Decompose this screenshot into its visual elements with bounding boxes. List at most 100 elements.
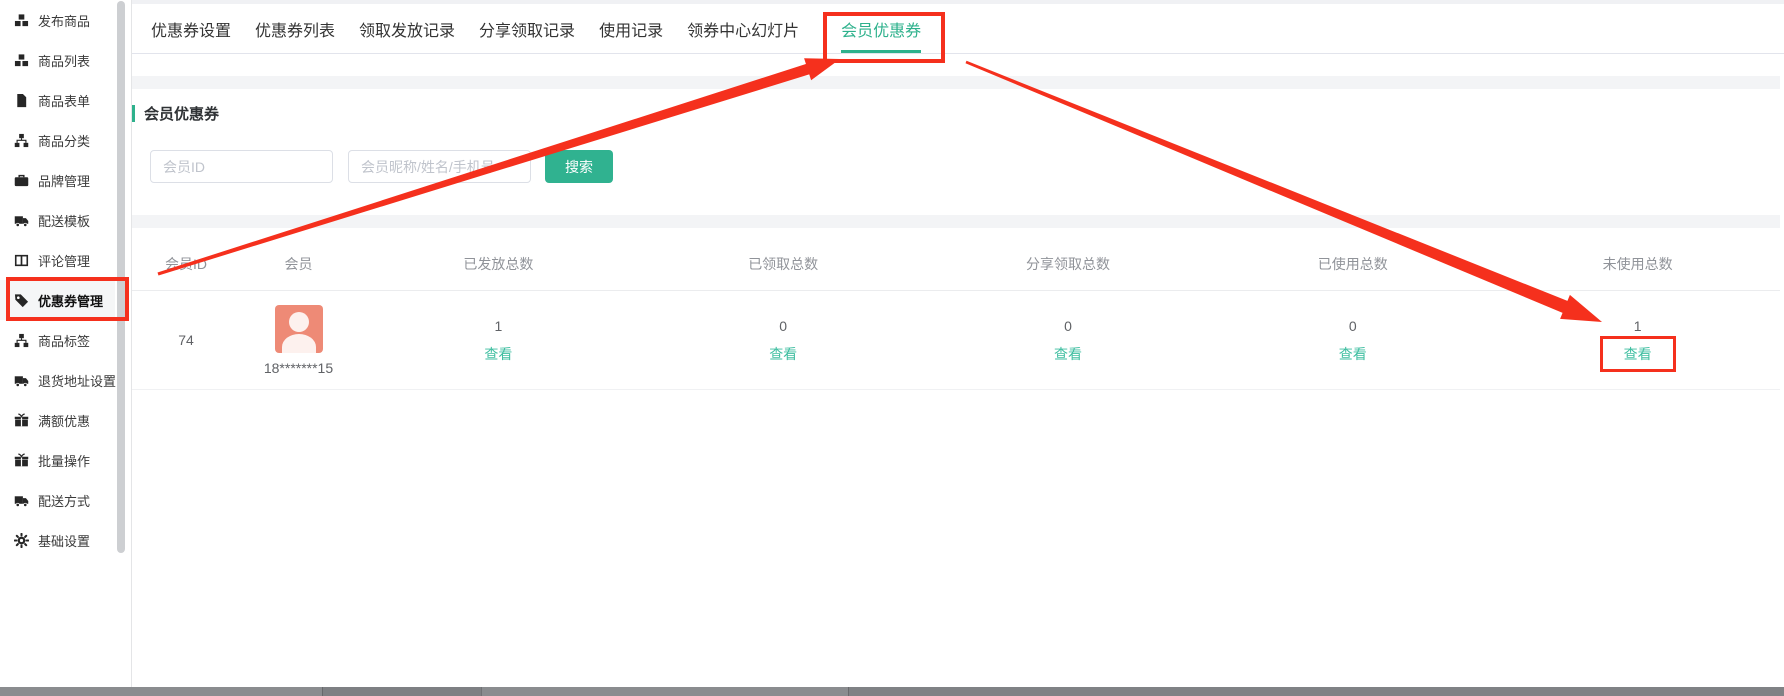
tab[interactable]: 领取发放记录 bbox=[359, 4, 455, 53]
table-body: 7418*******15 1 查看 0 查看 0 查看 0 查看 1 查看 bbox=[131, 291, 1780, 390]
annotation-box-sidebar bbox=[6, 277, 129, 321]
annotated-view-link-wrap: 查看 bbox=[1624, 344, 1652, 364]
stat-cell: 0 查看 bbox=[1210, 291, 1495, 389]
sidebar-item-label: 退货地址设置 bbox=[38, 371, 116, 390]
tab[interactable]: 会员优惠券 bbox=[841, 4, 921, 53]
view-link[interactable]: 查看 bbox=[1054, 344, 1082, 364]
sitemap-icon bbox=[14, 333, 29, 348]
taskbar-segment bbox=[0, 687, 322, 696]
sidebar-item[interactable]: 评论管理 bbox=[0, 240, 115, 280]
stat-cell: 1 查看 bbox=[1495, 291, 1780, 389]
view-link[interactable]: 查看 bbox=[1624, 346, 1652, 362]
table-column-header: 未使用总数 bbox=[1495, 254, 1780, 274]
tab-label: 分享领取记录 bbox=[479, 17, 575, 41]
briefcase-icon bbox=[14, 173, 29, 188]
truck-icon bbox=[14, 213, 29, 228]
taskbar-segment bbox=[322, 687, 481, 696]
member-name-input[interactable] bbox=[348, 150, 531, 183]
search-button[interactable]: 搜索 bbox=[545, 150, 613, 183]
annotation-box-tab bbox=[823, 12, 945, 63]
stat-value: 0 bbox=[779, 316, 787, 336]
sidebar-item-label: 配送模板 bbox=[38, 211, 90, 230]
stat-cell: 1 查看 bbox=[356, 291, 641, 389]
taskbar-segment bbox=[848, 687, 1784, 696]
sidebar-item-label: 评论管理 bbox=[38, 251, 90, 270]
sidebar-item[interactable]: 满额优惠 bbox=[0, 400, 115, 440]
panel-title-row: 会员优惠券 bbox=[131, 89, 1780, 124]
truck-icon bbox=[14, 373, 29, 388]
view-link[interactable]: 查看 bbox=[769, 344, 797, 364]
sidebar: 发布商品商品列表商品表单商品分类品牌管理配送模板评论管理优惠券管理商品标签退货地… bbox=[0, 0, 132, 687]
sidebar-item[interactable]: 发布商品 bbox=[0, 0, 115, 40]
admin-coupon-page: 发布商品商品列表商品表单商品分类品牌管理配送模板评论管理优惠券管理商品标签退货地… bbox=[0, 0, 1784, 696]
gift-icon bbox=[14, 453, 29, 468]
sidebar-item[interactable]: 商品分类 bbox=[0, 120, 115, 160]
sidebar-nav: 发布商品商品列表商品表单商品分类品牌管理配送模板评论管理优惠券管理商品标签退货地… bbox=[0, 0, 131, 560]
sidebar-item[interactable]: 基础设置 bbox=[0, 520, 115, 560]
table-column-header: 已领取总数 bbox=[641, 254, 926, 274]
member-id-input[interactable] bbox=[150, 150, 333, 183]
sidebar-item[interactable]: 批量操作 bbox=[0, 440, 115, 480]
sidebar-item[interactable]: 配送方式 bbox=[0, 480, 115, 520]
spacer bbox=[131, 54, 1784, 76]
tab-label: 领券中心幻灯片 bbox=[687, 17, 799, 41]
sidebar-item[interactable]: 退货地址设置 bbox=[0, 360, 115, 400]
sidebar-item-label: 商品标签 bbox=[38, 331, 90, 350]
tab[interactable]: 领券中心幻灯片 bbox=[687, 4, 799, 53]
cubes-icon bbox=[14, 53, 29, 68]
view-link[interactable]: 查看 bbox=[1339, 344, 1367, 364]
sidebar-item-label: 商品表单 bbox=[38, 91, 90, 110]
gift-icon bbox=[14, 413, 29, 428]
search-row: 搜索 bbox=[131, 150, 1780, 183]
tab[interactable]: 优惠券列表 bbox=[255, 4, 335, 53]
sidebar-item[interactable]: 品牌管理 bbox=[0, 160, 115, 200]
table-column-header: 会员ID bbox=[131, 254, 241, 274]
stat-cell: 0 查看 bbox=[641, 291, 926, 389]
taskbar-segment bbox=[481, 687, 848, 696]
sitemap-icon bbox=[14, 133, 29, 148]
stat-value: 1 bbox=[495, 316, 503, 336]
sidebar-item[interactable]: 优惠券管理 bbox=[0, 280, 115, 320]
sidebar-item[interactable]: 商品列表 bbox=[0, 40, 115, 80]
sidebar-item-label: 配送方式 bbox=[38, 491, 90, 510]
sidebar-item-label: 品牌管理 bbox=[38, 171, 90, 190]
coupon-tabbar: 优惠券设置优惠券列表领取发放记录分享领取记录使用记录领券中心幻灯片 会员优惠券 bbox=[131, 0, 1784, 54]
member-coupon-panel: 会员优惠券 搜索 bbox=[131, 89, 1780, 215]
sidebar-item[interactable]: 配送模板 bbox=[0, 200, 115, 240]
bottom-taskbar-strip bbox=[0, 687, 1784, 696]
member-cell: 18*******15 bbox=[241, 291, 356, 389]
member-id-cell: 74 bbox=[131, 291, 241, 389]
stat-value: 0 bbox=[1349, 316, 1357, 336]
gear-icon bbox=[14, 533, 29, 548]
table-column-header: 会员 bbox=[241, 254, 356, 274]
truck-icon bbox=[14, 493, 29, 508]
stat-value: 1 bbox=[1634, 316, 1642, 336]
columns-icon bbox=[14, 253, 29, 268]
sidebar-item[interactable]: 商品标签 bbox=[0, 320, 115, 360]
sidebar-item-label: 商品列表 bbox=[38, 51, 90, 70]
stat-value: 0 bbox=[1064, 316, 1072, 336]
main-content: 优惠券设置优惠券列表领取发放记录分享领取记录使用记录领券中心幻灯片会员优惠券 会… bbox=[131, 0, 1784, 687]
tab[interactable]: 优惠券设置 bbox=[151, 4, 231, 53]
tab-label: 领取发放记录 bbox=[359, 17, 455, 41]
cubes-icon bbox=[14, 13, 29, 28]
tab[interactable]: 分享领取记录 bbox=[479, 4, 575, 53]
table-column-header: 分享领取总数 bbox=[926, 254, 1211, 274]
tab-label: 优惠券列表 bbox=[255, 17, 335, 41]
sidebar-item[interactable]: 商品表单 bbox=[0, 80, 115, 120]
tab-label: 优惠券设置 bbox=[151, 17, 231, 41]
member-coupon-table: 会员ID会员已发放总数已领取总数分享领取总数已使用总数未使用总数 7418***… bbox=[131, 228, 1780, 687]
file-icon bbox=[14, 93, 29, 108]
stat-cell: 0 查看 bbox=[926, 291, 1211, 389]
sidebar-item-label: 基础设置 bbox=[38, 531, 90, 550]
member-avatar bbox=[275, 305, 323, 353]
sidebar-item-label: 满额优惠 bbox=[38, 411, 90, 430]
table-column-header: 已发放总数 bbox=[356, 254, 641, 274]
panel-title: 会员优惠券 bbox=[144, 103, 219, 124]
sidebar-item-label: 商品分类 bbox=[38, 131, 90, 150]
tab[interactable]: 使用记录 bbox=[599, 4, 663, 53]
spacer bbox=[131, 215, 1780, 228]
view-link[interactable]: 查看 bbox=[484, 344, 512, 364]
tab-label: 使用记录 bbox=[599, 17, 663, 41]
sidebar-item-label: 发布商品 bbox=[38, 11, 90, 30]
